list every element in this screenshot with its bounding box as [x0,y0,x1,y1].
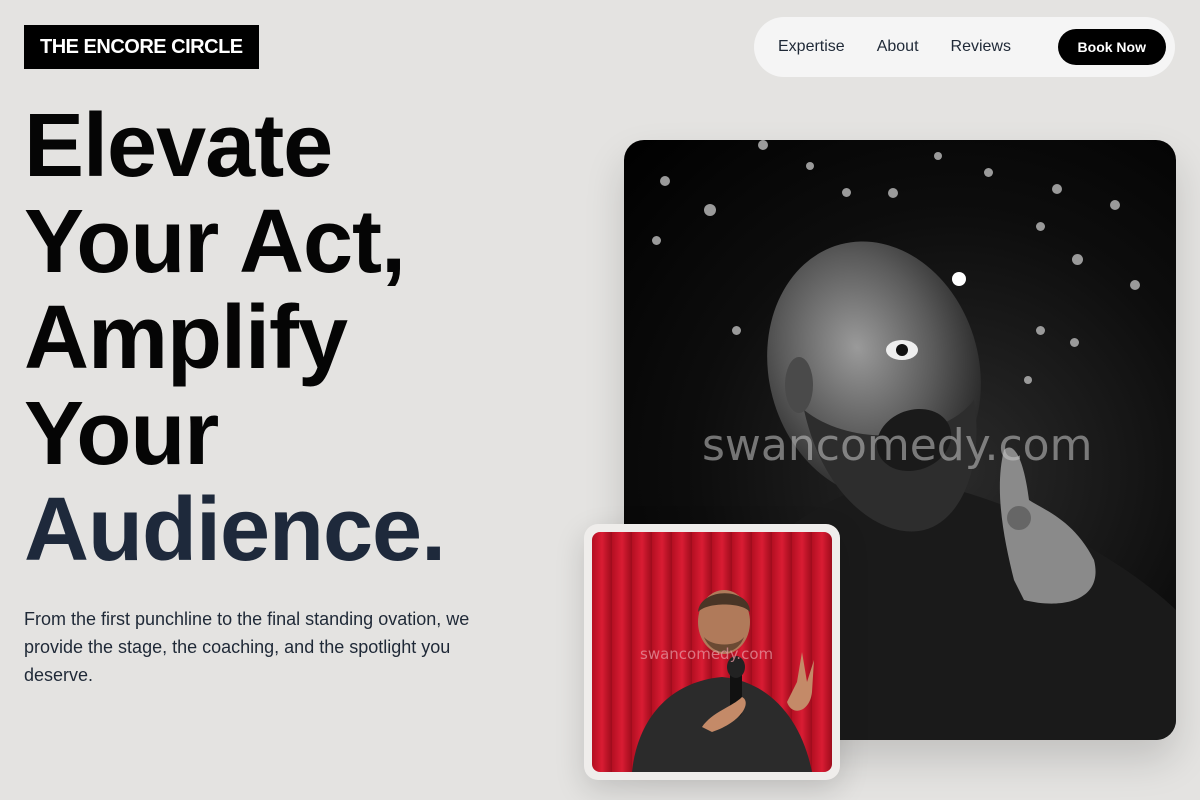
nav-item-about[interactable]: About [877,38,919,56]
headline-line-3: Amplify [24,288,348,388]
inset-photo: swancomedy.com [592,532,832,772]
headline-line-2: Your Act, [24,192,406,292]
inset-photo-watermark: swancomedy.com [640,645,774,663]
headline-line-1: Elevate [24,96,333,196]
main-photo-watermark: swancomedy.com [702,420,1093,471]
main-nav: Expertise About Reviews Book Now [754,17,1175,77]
book-now-button[interactable]: Book Now [1057,29,1166,65]
headline-line-4: Your [24,384,219,484]
hero-headline: Elevate Your Act, Amplify Your Audience. [24,96,446,580]
hero-subtext: From the first punchline to the final st… [24,609,470,685]
headline-line-5-accent: Audience. [24,480,446,580]
brand-logo[interactable]: THE ENCORE CIRCLE [24,25,259,69]
inset-photo-frame: swancomedy.com [584,524,840,780]
nav-item-reviews[interactable]: Reviews [951,38,1011,56]
nav-item-expertise[interactable]: Expertise [778,38,845,56]
